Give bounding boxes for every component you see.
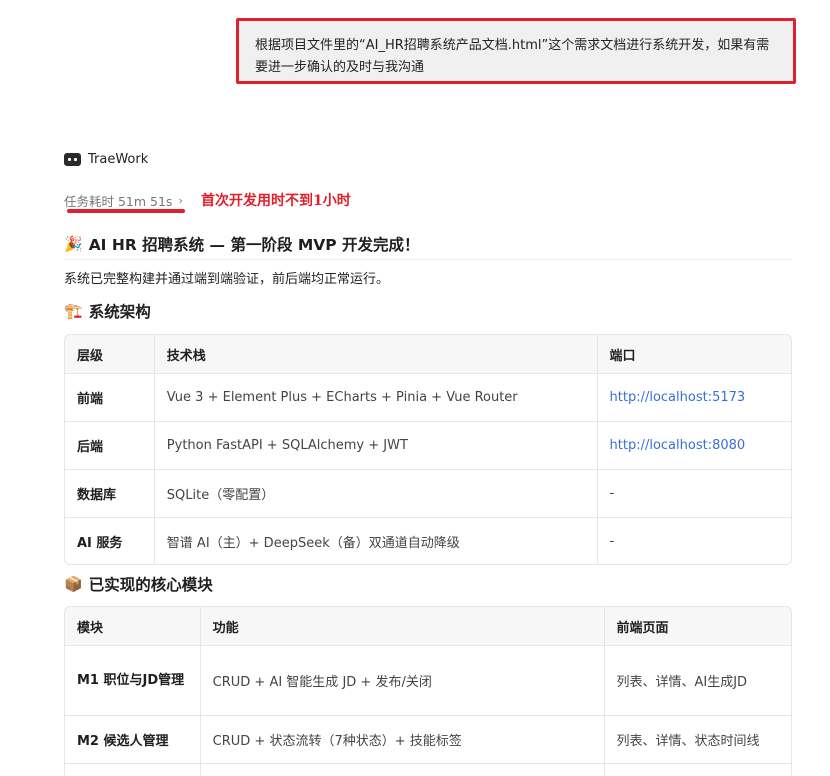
arch-section-title: 🏗️ 系统架构 xyxy=(64,300,151,322)
table-row: 后端 Python FastAPI + SQLAlchemy + JWT htt… xyxy=(65,421,791,469)
backend-url-link[interactable]: http://localhost:8080 xyxy=(596,422,791,469)
table-row-partial xyxy=(65,763,791,776)
table-cell: CRUD + AI 智能生成 JD + 发布/关闭 xyxy=(199,646,604,715)
headline: 🎉 AI HR 招聘系统 — 第一阶段 MVP 开发完成！ xyxy=(64,233,420,255)
divider xyxy=(64,259,792,260)
table-cell: - xyxy=(596,518,791,564)
table-cell: 列表、详情、状态时间线 xyxy=(603,716,792,763)
modules-title-text: 已实现的核心模块 xyxy=(88,576,213,594)
table-row: 前端 Vue 3 + Element Plus + ECharts + Pini… xyxy=(65,373,791,421)
table-row: M1 职位与JD管理 CRUD + AI 智能生成 JD + 发布/关闭 列表、… xyxy=(65,645,791,715)
table-cell: CRUD + 状态流转（7种状态）+ 技能标签 xyxy=(199,716,604,763)
table-cell xyxy=(603,764,792,776)
table-cell: SQLite（零配置） xyxy=(153,470,597,517)
modules-table: 模块 功能 前端页面 M1 职位与JD管理 CRUD + AI 智能生成 JD … xyxy=(64,606,792,776)
bot-name: TraeWork xyxy=(88,152,149,167)
arch-table: 层级 技术栈 端口 前端 Vue 3 + Element Plus + ECha… xyxy=(64,334,792,565)
chat-bot-icon xyxy=(64,153,81,166)
intro-text: 系统已完整构建并通过端到端验证，前后端均正常运行。 xyxy=(64,272,390,287)
modules-section-title: 📦 已实现的核心模块 xyxy=(64,573,213,595)
task-duration-toggle[interactable]: 任务耗时 51m 51s › xyxy=(64,191,183,210)
table-cell: - xyxy=(596,470,791,517)
table-cell: Python FastAPI + SQLAlchemy + JWT xyxy=(153,422,597,469)
table-cell: 智谱 AI（主）+ DeepSeek（备）双通道自动降级 xyxy=(153,518,597,564)
table-cell: 后端 xyxy=(77,440,104,455)
construction-icon: 🏗️ xyxy=(64,302,83,320)
table-cell: 前端 xyxy=(77,392,104,407)
table-header-cell: 前端页面 xyxy=(603,607,792,645)
table-cell: M1 职位与JD管理 xyxy=(77,672,185,688)
annotation-underline xyxy=(67,209,185,213)
table-cell: 数据库 xyxy=(77,488,117,503)
table-row: AI 服务 智谱 AI（主）+ DeepSeek（备）双通道自动降级 - xyxy=(65,517,791,564)
annotation-text: 首次开发用时不到1小时 xyxy=(201,193,351,209)
table-cell xyxy=(65,764,200,776)
frontend-url-link[interactable]: http://localhost:5173 xyxy=(596,374,791,421)
table-cell: Vue 3 + Element Plus + ECharts + Pinia +… xyxy=(153,374,597,421)
table-cell: M2 候选人管理 xyxy=(77,734,169,749)
headline-text: AI HR 招聘系统 — 第一阶段 MVP 开发完成！ xyxy=(88,236,420,254)
table-cell: AI 服务 xyxy=(77,535,123,551)
bot-header: TraeWork xyxy=(64,152,148,167)
arch-title-text: 系统架构 xyxy=(88,303,151,321)
table-header-cell: 层级 xyxy=(77,348,104,364)
task-duration-label: 任务耗时 51m 51s xyxy=(64,194,173,209)
chevron-right-icon: › xyxy=(178,194,183,207)
table-row: 数据库 SQLite（零配置） - xyxy=(65,469,791,517)
table-header-cell: 功能 xyxy=(199,607,604,645)
table-cell: 列表、详情、AI生成JD xyxy=(603,646,792,715)
table-header-cell: 端口 xyxy=(596,335,791,373)
table-header-row: 层级 技术栈 端口 xyxy=(65,335,791,373)
table-header-cell: 模块 xyxy=(77,620,104,636)
package-icon: 📦 xyxy=(64,575,83,593)
user-message-text: 根据项目文件里的“AI_HR招聘系统产品文档.html”这个需求文档进行系统开发… xyxy=(255,38,770,75)
table-header-cell: 技术栈 xyxy=(153,335,597,373)
user-message-bubble: 根据项目文件里的“AI_HR招聘系统产品文档.html”这个需求文档进行系统开发… xyxy=(236,18,796,84)
party-popper-icon: 🎉 xyxy=(64,235,83,253)
table-row: M2 候选人管理 CRUD + 状态流转（7种状态）+ 技能标签 列表、详情、状… xyxy=(65,715,791,763)
table-header-row: 模块 功能 前端页面 xyxy=(65,607,791,645)
table-cell xyxy=(199,764,604,776)
